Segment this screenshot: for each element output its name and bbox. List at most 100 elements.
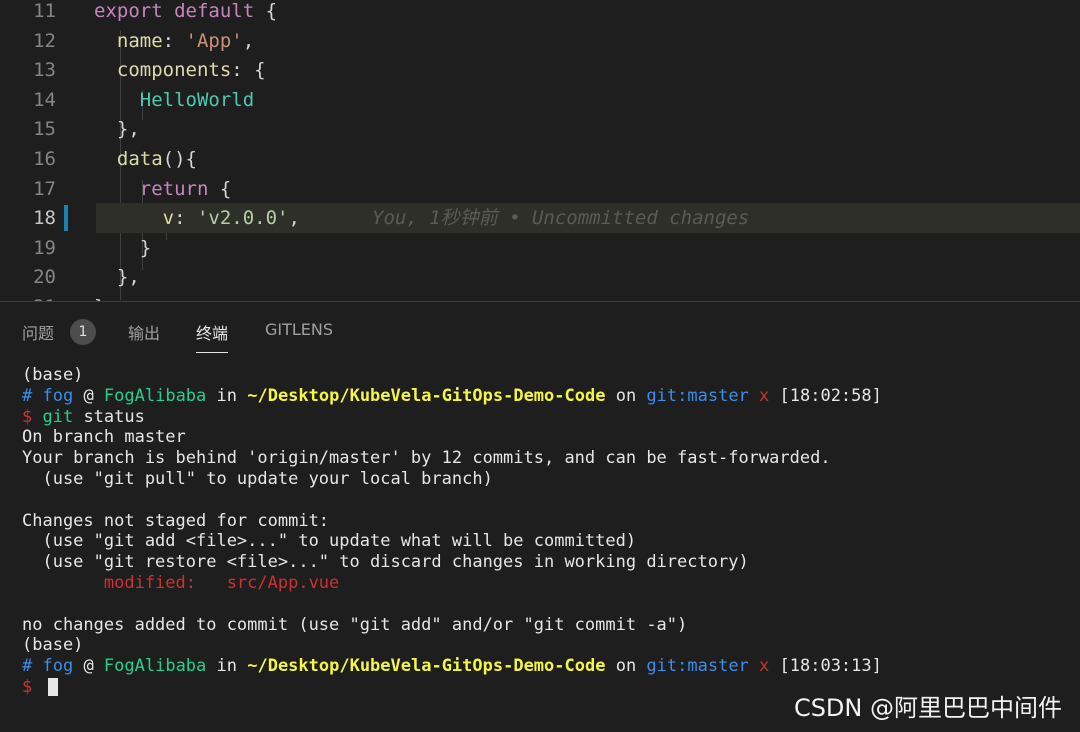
code-token: { bbox=[265, 0, 278, 22]
code-line[interactable]: 18 v: 'v2.0.0', You, 1秒钟前 • Uncommitted c… bbox=[0, 203, 1080, 234]
code-token: v bbox=[162, 207, 175, 230]
terminal-text: [18:03:13] bbox=[769, 656, 882, 677]
terminal-text: FogAlibaba bbox=[103, 385, 207, 406]
tab-terminal[interactable]: 终端 bbox=[196, 320, 229, 353]
code-line[interactable]: 16 data(){ bbox=[0, 144, 1080, 174]
line-number: 21 bbox=[0, 292, 56, 301]
code-token: components bbox=[116, 59, 232, 82]
terminal-line: Your branch is behind 'origin/master' by… bbox=[22, 448, 1080, 469]
terminal-text: on bbox=[605, 385, 647, 406]
code-editor[interactable]: 11 export default {12 name: 'App', 13 comp… bbox=[0, 0, 1080, 301]
terminal-line: (use "git pull" to update your local bra… bbox=[22, 469, 1080, 490]
gitlens-blame-annotation: You, 1秒钟前 • Uncommitted changes bbox=[372, 207, 750, 230]
terminal-text: (use "git pull" to update your local bra… bbox=[22, 468, 493, 489]
terminal-text: in bbox=[206, 656, 248, 677]
terminal-cursor bbox=[48, 677, 59, 696]
code-line[interactable]: 17 return { bbox=[0, 174, 1080, 204]
code-text: data(){ bbox=[94, 144, 197, 174]
terminal-text: (base) bbox=[22, 635, 84, 656]
line-number: 13 bbox=[33, 59, 56, 82]
code-token: , bbox=[288, 207, 300, 230]
line-number: 14 bbox=[33, 88, 56, 111]
csdn-watermark: CSDN @阿里巴巴中间件 bbox=[793, 694, 1062, 722]
code-token: 'v2.0.0' bbox=[196, 207, 289, 230]
panel-tabs: 问题 1 输出 终端 GITLENS bbox=[0, 302, 1080, 358]
terminal-text: x bbox=[748, 656, 770, 677]
terminal-text: @ bbox=[73, 385, 104, 406]
code-token: return bbox=[139, 177, 209, 200]
bottom-panel: 问题 1 输出 终端 GITLENS (base) # fog @ FogAlib… bbox=[0, 301, 1080, 732]
terminal-line: # fog @ FogAlibaba in ~/Desktop/KubeVela… bbox=[22, 386, 1080, 407]
terminal-text: on bbox=[605, 656, 647, 677]
terminal-line: modified: src/App.vue bbox=[22, 573, 1080, 594]
terminal-text: $ bbox=[22, 406, 43, 427]
code-token: HelloWorld bbox=[139, 88, 255, 111]
terminal-output[interactable]: (base) # fog @ FogAlibaba in ~/Desktop/Ku… bbox=[22, 365, 1080, 698]
terminal-text: fog bbox=[42, 385, 74, 406]
tab-gitlens[interactable]: GITLENS bbox=[265, 320, 333, 339]
terminal-line: Changes not staged for commit: bbox=[22, 511, 1080, 532]
terminal-text: master bbox=[687, 656, 749, 677]
terminal-text: # bbox=[22, 385, 43, 406]
code-token: (){ bbox=[162, 148, 197, 170]
terminal-text: ~/Desktop/KubeVela-GitOps-Demo-Code bbox=[247, 656, 606, 677]
code-text: name: 'App', bbox=[94, 26, 254, 56]
code-line[interactable]: 12 name: 'App', bbox=[0, 26, 1080, 56]
code-line[interactable]: 13 components: { bbox=[0, 55, 1080, 85]
code-token: }, bbox=[94, 266, 140, 289]
code-token: data bbox=[116, 148, 163, 170]
line-number: 12 bbox=[33, 29, 56, 52]
code-token: : { bbox=[231, 59, 266, 82]
terminal-text: in bbox=[206, 385, 248, 406]
line-number: 18 bbox=[33, 207, 56, 230]
code-line[interactable]: 11 export default { bbox=[0, 0, 1080, 26]
code-text: } bbox=[94, 292, 105, 301]
terminal-text: (use "git restore <file>..." to discard … bbox=[22, 552, 749, 573]
code-token: 'App' bbox=[185, 29, 243, 52]
code-token: }, bbox=[94, 118, 140, 141]
tab-problems[interactable]: 问题 bbox=[22, 320, 54, 344]
line-number: 15 bbox=[33, 118, 56, 141]
terminal-text: no changes added to commit (use "git add… bbox=[22, 614, 688, 635]
terminal-text: git: bbox=[646, 656, 688, 677]
code-token: : bbox=[174, 207, 197, 230]
code-line[interactable]: 21} bbox=[0, 292, 1080, 301]
line-number: 11 bbox=[33, 0, 56, 22]
terminal-text: [18:02:58] bbox=[769, 385, 882, 406]
line-number: 17 bbox=[33, 177, 56, 200]
terminal-line: (use "git add <file>..." to update what … bbox=[22, 531, 1080, 552]
code-line[interactable]: 14 HelloWorld bbox=[0, 85, 1080, 115]
code-token: name bbox=[116, 29, 163, 52]
code-text: } bbox=[94, 233, 151, 263]
terminal-text: On branch master bbox=[22, 427, 186, 448]
terminal-text: x bbox=[748, 385, 770, 406]
terminal-line: $ git status bbox=[22, 407, 1080, 428]
code-token: { bbox=[208, 177, 232, 200]
code-text: v: 'v2.0.0', bbox=[94, 203, 300, 233]
terminal-text: git: bbox=[646, 385, 688, 406]
code-token: } bbox=[94, 236, 152, 259]
code-text: return { bbox=[94, 174, 232, 204]
terminal-text: Changes not staged for commit: bbox=[22, 510, 330, 531]
code-line[interactable]: 15 }, bbox=[0, 114, 1080, 144]
problems-count-badge: 1 bbox=[70, 319, 96, 345]
code-text: HelloWorld bbox=[94, 85, 254, 115]
tab-output[interactable]: 输出 bbox=[128, 320, 160, 344]
terminal-text: # bbox=[22, 656, 43, 677]
terminal-text: FogAlibaba bbox=[103, 656, 207, 677]
code-text: export default { bbox=[94, 0, 277, 26]
terminal-text: master bbox=[687, 385, 749, 406]
terminal-text: $ bbox=[22, 676, 43, 697]
terminal-text: Your branch is behind 'origin/master' by… bbox=[22, 448, 831, 469]
modified-line-gutter-marker[interactable] bbox=[64, 205, 68, 232]
terminal-text: @ bbox=[73, 656, 104, 677]
code-text: }, bbox=[94, 114, 140, 144]
terminal-text: ~/Desktop/KubeVela-GitOps-Demo-Code bbox=[247, 385, 606, 406]
code-line[interactable]: 19 } bbox=[0, 233, 1080, 263]
code-line[interactable]: 20 }, bbox=[0, 262, 1080, 292]
